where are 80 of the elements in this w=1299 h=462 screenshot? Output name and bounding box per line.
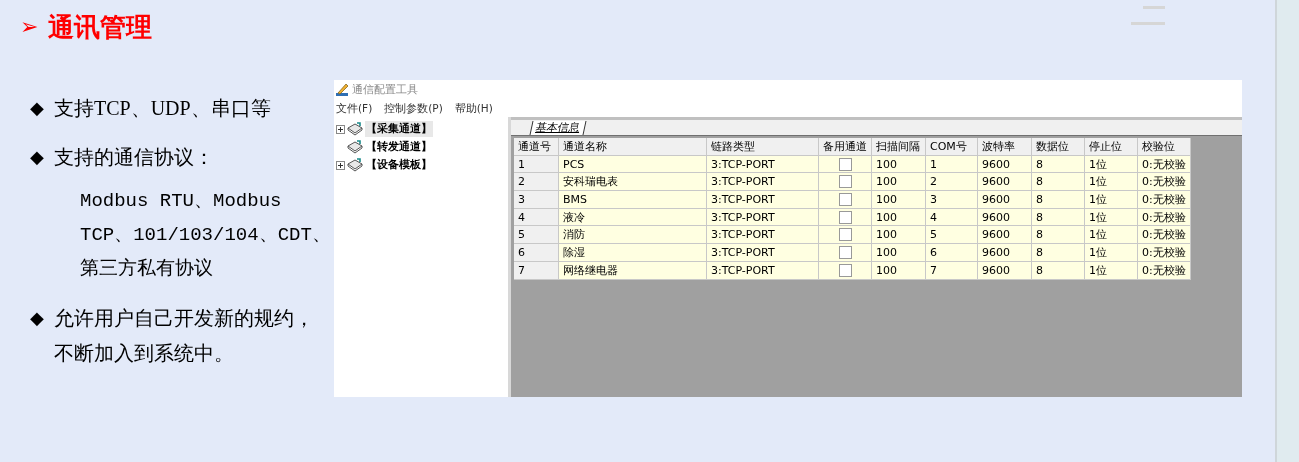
table-cell: 9600 (978, 226, 1032, 245)
checkbox[interactable] (838, 245, 852, 259)
table-cell: 9600 (978, 173, 1032, 192)
checkbox[interactable] (838, 228, 852, 242)
tree-item[interactable]: 【采集通道】 (365, 121, 433, 137)
table-cell: 9600 (978, 244, 1032, 262)
table-cell: 3 (514, 191, 559, 209)
table-cell: 5 (926, 226, 978, 245)
checkbox[interactable] (838, 210, 852, 224)
book-icon (347, 158, 363, 172)
table-cell: 3 (926, 191, 978, 209)
book-icon (347, 122, 363, 136)
bullet-text: 支持TCP、UDP、串口等 (54, 95, 271, 121)
bullet-marker: ◆ (30, 96, 45, 120)
column-header: 数据位 (1032, 138, 1085, 156)
table-cell: 100 (872, 226, 926, 245)
bullet-text: 允许用户自己开发新的规约， (54, 305, 314, 331)
bullet-marker: ◆ (30, 306, 45, 330)
pencil-icon (335, 83, 349, 97)
column-header: COM号 (926, 138, 978, 156)
checkbox[interactable] (838, 175, 852, 189)
menu-item[interactable]: 控制参数(P) (384, 100, 443, 117)
tree-item[interactable]: 【设备模板】 (365, 157, 433, 173)
table-cell: 3:TCP-PORT (707, 191, 819, 209)
table-cell: 0:无校验 (1138, 173, 1191, 192)
protocol-text: TCP、101/103/104、CDT、 (80, 223, 330, 248)
table-cell: 8 (1032, 244, 1085, 262)
table-cell: BMS (559, 191, 707, 209)
table-cell: 100 (872, 244, 926, 262)
column-header: 波特率 (978, 138, 1032, 156)
protocol-text: 第三方私有协议 (80, 257, 214, 282)
checkbox[interactable] (838, 157, 852, 171)
checkbox[interactable] (838, 192, 852, 206)
checkbox[interactable] (838, 263, 852, 277)
bullet-text: 不断加入到系统中。 (54, 340, 234, 366)
table-cell: 1位 (1085, 191, 1138, 209)
tab[interactable]: 基本信息 (529, 121, 587, 135)
plus-icon[interactable] (336, 124, 345, 134)
column-header: 通道名称 (559, 138, 707, 156)
table-cell: 0:无校验 (1138, 226, 1191, 245)
menu-item[interactable]: 文件(F) (336, 100, 373, 117)
table-cell: 5 (514, 226, 559, 245)
table-cell: 安科瑞电表 (559, 173, 707, 192)
table-cell: 3:TCP-PORT (707, 173, 819, 192)
table-cell: 除湿 (559, 244, 707, 262)
table-cell: 8 (1032, 173, 1085, 192)
table-cell: 1位 (1085, 244, 1138, 262)
table-cell: 6 (926, 244, 978, 262)
table-cell: 3:TCP-PORT (707, 244, 819, 262)
column-header: 链路类型 (707, 138, 819, 156)
table-cell: 3:TCP-PORT (707, 226, 819, 245)
table-cell: 1位 (1085, 173, 1138, 192)
table-cell: 消防 (559, 226, 707, 245)
table-cell: 100 (872, 173, 926, 192)
table-cell: 1位 (1085, 226, 1138, 245)
table-cell: 6 (514, 244, 559, 262)
table-cell: 0:无校验 (1138, 191, 1191, 209)
plus-icon[interactable] (336, 160, 345, 170)
column-header: 备用通道 (819, 138, 872, 156)
tree-item[interactable]: 【转发通道】 (365, 139, 433, 155)
table-cell: 100 (872, 191, 926, 209)
table-cell: 8 (1032, 191, 1085, 209)
table-cell: 2 (514, 173, 559, 192)
book-icon (347, 140, 363, 154)
protocol-text: Modbus RTU、Modbus (80, 189, 283, 214)
column-header: 扫描间隔 (872, 138, 926, 156)
column-header: 停止位 (1085, 138, 1138, 156)
bullet-marker: ◆ (30, 145, 45, 169)
bullet-text: 支持的通信协议： (54, 144, 214, 170)
column-header: 校验位 (1138, 138, 1191, 156)
table-cell: 8 (1032, 226, 1085, 245)
table-cell: 9600 (978, 191, 1032, 209)
column-header: 通道号 (514, 138, 559, 156)
slide-title: 通讯管理 (48, 14, 153, 40)
title-marker: ➢ (20, 16, 39, 38)
menu-item[interactable]: 帮助(H) (454, 100, 493, 117)
table-cell: 2 (926, 173, 978, 192)
lines-icon (1131, 6, 1166, 26)
table-cell: 0:无校验 (1138, 244, 1191, 262)
window-title: 通信配置工具 (352, 81, 418, 98)
